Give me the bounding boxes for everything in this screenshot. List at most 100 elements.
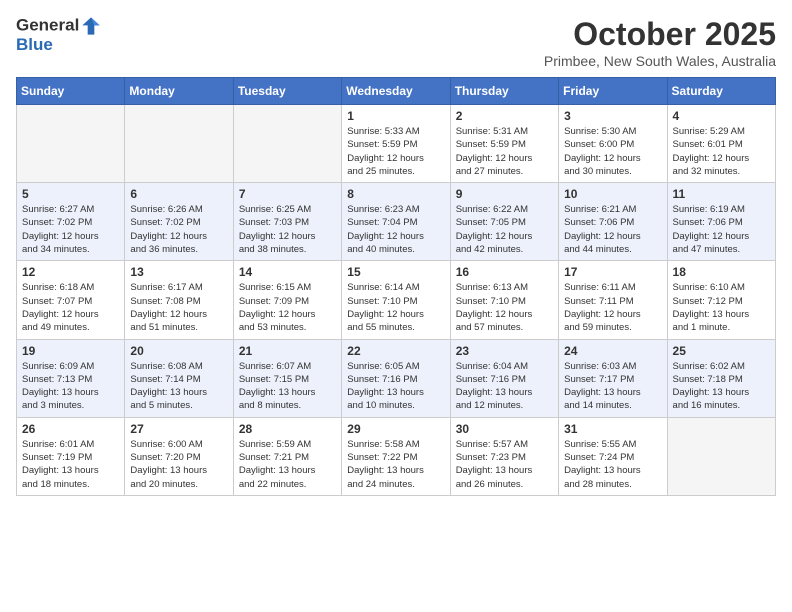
calendar-cell: 13 Sunrise: 6:17 AM Sunset: 7:08 PM Dayli… [125,261,233,339]
day-info: Sunrise: 6:03 AM Sunset: 7:17 PM Dayligh… [564,360,661,413]
day-info: Sunrise: 5:30 AM Sunset: 6:00 PM Dayligh… [564,125,661,178]
day-info: Sunrise: 6:00 AM Sunset: 7:20 PM Dayligh… [130,438,227,491]
day-info: Sunrise: 6:13 AM Sunset: 7:10 PM Dayligh… [456,281,553,334]
day-number: 13 [130,265,227,279]
day-info: Sunrise: 6:07 AM Sunset: 7:15 PM Dayligh… [239,360,336,413]
day-info: Sunrise: 6:08 AM Sunset: 7:14 PM Dayligh… [130,360,227,413]
day-number: 17 [564,265,661,279]
day-number: 15 [347,265,444,279]
logo: General Blue [16,16,101,55]
day-number: 25 [673,344,770,358]
day-number: 2 [456,109,553,123]
logo-icon [81,16,101,36]
day-number: 4 [673,109,770,123]
day-number: 26 [22,422,119,436]
calendar-cell [233,105,341,183]
calendar-cell: 31Sunrise: 5:55 AM Sunset: 7:24 PM Dayli… [559,417,667,495]
logo-blue: Blue [16,36,101,55]
calendar-subtitle: Primbee, New South Wales, Australia [544,53,776,69]
calendar-cell: 23Sunrise: 6:04 AM Sunset: 7:16 PM Dayli… [450,339,558,417]
day-info: Sunrise: 6:25 AM Sunset: 7:03 PM Dayligh… [239,203,336,256]
calendar-week-4: 19 Sunrise: 6:09 AM Sunset: 7:13 PM Dayli… [17,339,776,417]
day-number: 28 [239,422,336,436]
day-number: 7 [239,187,336,201]
calendar-cell: 2 Sunrise: 5:31 AM Sunset: 5:59 PM Daylig… [450,105,558,183]
calendar-cell: 11 Sunrise: 6:19 AM Sunset: 7:06 PM Dayli… [667,183,775,261]
day-number: 9 [456,187,553,201]
day-info: Sunrise: 6:17 AM Sunset: 7:08 PM Dayligh… [130,281,227,334]
day-number: 18 [673,265,770,279]
calendar-cell: 4 Sunrise: 5:29 AM Sunset: 6:01 PM Daylig… [667,105,775,183]
day-number: 5 [22,187,119,201]
day-number: 3 [564,109,661,123]
calendar-cell: 17Sunrise: 6:11 AM Sunset: 7:11 PM Dayli… [559,261,667,339]
calendar-cell: 6Sunrise: 6:26 AM Sunset: 7:02 PM Daylig… [125,183,233,261]
title-area: October 2025 Primbee, New South Wales, A… [544,16,776,69]
day-number: 16 [456,265,553,279]
day-number: 8 [347,187,444,201]
day-info: Sunrise: 5:58 AM Sunset: 7:22 PM Dayligh… [347,438,444,491]
day-number: 27 [130,422,227,436]
calendar-cell: 20 Sunrise: 6:08 AM Sunset: 7:14 PM Dayli… [125,339,233,417]
day-info: Sunrise: 6:02 AM Sunset: 7:18 PM Dayligh… [673,360,770,413]
day-number: 1 [347,109,444,123]
day-info: Sunrise: 6:26 AM Sunset: 7:02 PM Dayligh… [130,203,227,256]
day-number: 14 [239,265,336,279]
calendar-cell: 26 Sunrise: 6:01 AM Sunset: 7:19 PM Dayli… [17,417,125,495]
day-number: 20 [130,344,227,358]
day-info: Sunrise: 6:10 AM Sunset: 7:12 PM Dayligh… [673,281,770,334]
day-info: Sunrise: 5:55 AM Sunset: 7:24 PM Dayligh… [564,438,661,491]
col-header-monday: Monday [125,78,233,105]
col-header-sunday: Sunday [17,78,125,105]
logo-general: General [16,16,101,36]
day-info: Sunrise: 6:05 AM Sunset: 7:16 PM Dayligh… [347,360,444,413]
day-info: Sunrise: 6:19 AM Sunset: 7:06 PM Dayligh… [673,203,770,256]
day-number: 12 [22,265,119,279]
calendar-cell: 19 Sunrise: 6:09 AM Sunset: 7:13 PM Dayli… [17,339,125,417]
calendar-week-5: 26 Sunrise: 6:01 AM Sunset: 7:19 PM Dayli… [17,417,776,495]
col-header-saturday: Saturday [667,78,775,105]
calendar-cell: 24 Sunrise: 6:03 AM Sunset: 7:17 PM Dayli… [559,339,667,417]
day-info: Sunrise: 6:14 AM Sunset: 7:10 PM Dayligh… [347,281,444,334]
day-info: Sunrise: 6:22 AM Sunset: 7:05 PM Dayligh… [456,203,553,256]
calendar-cell: 5Sunrise: 6:27 AM Sunset: 7:02 PM Daylig… [17,183,125,261]
day-info: Sunrise: 6:23 AM Sunset: 7:04 PM Dayligh… [347,203,444,256]
calendar-cell: 8 Sunrise: 6:23 AM Sunset: 7:04 PM Daylig… [342,183,450,261]
calendar-week-3: 12 Sunrise: 6:18 AM Sunset: 7:07 PM Dayli… [17,261,776,339]
calendar-cell [17,105,125,183]
day-number: 11 [673,187,770,201]
calendar-cell [667,417,775,495]
calendar-cell: 25 Sunrise: 6:02 AM Sunset: 7:18 PM Dayli… [667,339,775,417]
day-info: Sunrise: 6:18 AM Sunset: 7:07 PM Dayligh… [22,281,119,334]
col-header-thursday: Thursday [450,78,558,105]
calendar-header-row: SundayMondayTuesdayWednesdayThursdayFrid… [17,78,776,105]
calendar-cell: 29Sunrise: 5:58 AM Sunset: 7:22 PM Dayli… [342,417,450,495]
day-info: Sunrise: 5:31 AM Sunset: 5:59 PM Dayligh… [456,125,553,178]
day-info: Sunrise: 6:01 AM Sunset: 7:19 PM Dayligh… [22,438,119,491]
calendar-cell: 22 Sunrise: 6:05 AM Sunset: 7:16 PM Dayli… [342,339,450,417]
calendar-table: SundayMondayTuesdayWednesdayThursdayFrid… [16,77,776,496]
calendar-cell: 27 Sunrise: 6:00 AM Sunset: 7:20 PM Dayli… [125,417,233,495]
day-info: Sunrise: 5:33 AM Sunset: 5:59 PM Dayligh… [347,125,444,178]
day-info: Sunrise: 6:15 AM Sunset: 7:09 PM Dayligh… [239,281,336,334]
calendar-cell: 10Sunrise: 6:21 AM Sunset: 7:06 PM Dayli… [559,183,667,261]
col-header-tuesday: Tuesday [233,78,341,105]
day-info: Sunrise: 5:57 AM Sunset: 7:23 PM Dayligh… [456,438,553,491]
calendar-cell: 3 Sunrise: 5:30 AM Sunset: 6:00 PM Daylig… [559,105,667,183]
day-number: 19 [22,344,119,358]
col-header-friday: Friday [559,78,667,105]
day-info: Sunrise: 5:59 AM Sunset: 7:21 PM Dayligh… [239,438,336,491]
day-info: Sunrise: 5:29 AM Sunset: 6:01 PM Dayligh… [673,125,770,178]
calendar-cell: 7 Sunrise: 6:25 AM Sunset: 7:03 PM Daylig… [233,183,341,261]
calendar-week-1: 1 Sunrise: 5:33 AM Sunset: 5:59 PM Daylig… [17,105,776,183]
day-info: Sunrise: 6:04 AM Sunset: 7:16 PM Dayligh… [456,360,553,413]
day-info: Sunrise: 6:09 AM Sunset: 7:13 PM Dayligh… [22,360,119,413]
calendar-week-2: 5Sunrise: 6:27 AM Sunset: 7:02 PM Daylig… [17,183,776,261]
calendar-cell: 15 Sunrise: 6:14 AM Sunset: 7:10 PM Dayli… [342,261,450,339]
col-header-wednesday: Wednesday [342,78,450,105]
day-number: 24 [564,344,661,358]
calendar-cell: 28 Sunrise: 5:59 AM Sunset: 7:21 PM Dayli… [233,417,341,495]
day-number: 22 [347,344,444,358]
day-number: 10 [564,187,661,201]
calendar-cell: 12 Sunrise: 6:18 AM Sunset: 7:07 PM Dayli… [17,261,125,339]
